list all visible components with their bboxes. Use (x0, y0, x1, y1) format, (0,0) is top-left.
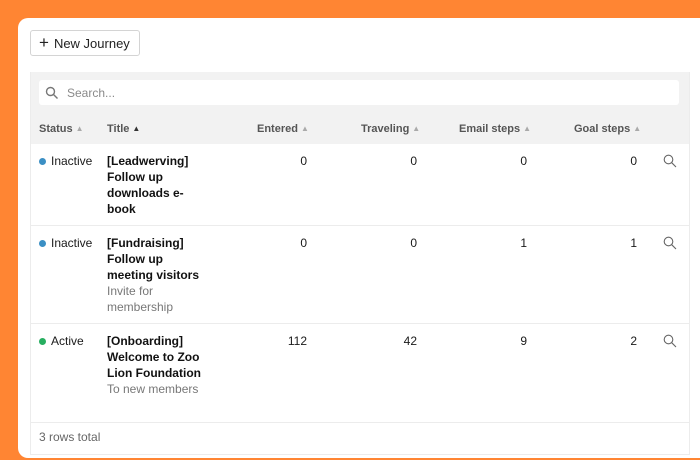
table-row[interactable]: Active [Onboarding] Welcome to Zoo Lion … (31, 324, 689, 423)
status-cell: Active (39, 333, 84, 349)
search-icon[interactable] (663, 334, 677, 348)
search-input[interactable] (65, 84, 649, 101)
goal-steps-value: 1 (630, 236, 637, 250)
row-count: 3 rows total (39, 430, 101, 444)
status-dot (39, 157, 46, 165)
new-journey-button[interactable]: + New Journey (30, 30, 140, 56)
goal-steps-value: 0 (630, 154, 637, 168)
goal-steps-value: 2 (630, 334, 637, 348)
column-header-goal-steps[interactable]: Goal steps ▲ (574, 123, 641, 135)
search-icon[interactable] (663, 236, 677, 250)
journey-title: [Fundraising] Follow up meeting visitors (107, 236, 200, 282)
search-icon (45, 86, 58, 99)
traveling-value: 0 (410, 236, 417, 250)
journey-title: [Onboarding] Welcome to Zoo Lion Foundat… (107, 334, 201, 380)
sort-icon: ▲ (523, 124, 532, 133)
email-steps-value: 0 (520, 154, 527, 168)
title-cell: [Fundraising] Follow up meeting visitors… (107, 235, 207, 315)
entered-value: 0 (300, 154, 307, 168)
status-cell: Inactive (39, 235, 92, 251)
sort-icon: ▲ (412, 124, 421, 133)
traveling-value: 0 (410, 154, 417, 168)
new-journey-label: New Journey (53, 35, 130, 51)
journeys-card: + New Journey Status ▲︎ Title ▲ Entered (18, 18, 700, 458)
email-steps-value: 1 (520, 236, 527, 250)
traveling-value: 42 (403, 334, 417, 348)
column-header-title[interactable]: Title ▲ (107, 123, 140, 135)
sort-icon: ▲︎ (75, 124, 84, 133)
title-cell: [Leadwerving] Follow up downloads e-book (107, 153, 207, 217)
status-cell: Inactive (39, 153, 92, 169)
table-toolbar: Status ▲︎ Title ▲ Entered ▲ Traveling ▲ … (31, 72, 689, 144)
sort-icon: ▲ (633, 124, 642, 133)
email-steps-value: 9 (520, 334, 527, 348)
table-row[interactable]: Inactive [Leadwerving] Follow up downloa… (31, 144, 689, 226)
journey-title: [Leadwerving] Follow up downloads e-book (107, 154, 189, 216)
journey-description: Invite for membership (107, 284, 174, 314)
column-header-traveling[interactable]: Traveling ▲ (361, 123, 420, 135)
column-header-entered[interactable]: Entered ▲ (257, 123, 309, 135)
column-header-email-steps[interactable]: Email steps ▲ (459, 123, 531, 135)
sort-icon: ▲ (300, 124, 309, 133)
journeys-table: Status ▲︎ Title ▲ Entered ▲ Traveling ▲ … (30, 72, 690, 455)
column-header-status[interactable]: Status ▲︎ (39, 123, 84, 135)
search-box[interactable] (39, 80, 679, 105)
title-cell: [Onboarding] Welcome to Zoo Lion Foundat… (107, 333, 207, 397)
plus-icon: + (39, 33, 49, 52)
status-dot (39, 239, 46, 247)
table-row[interactable]: Inactive [Fundraising] Follow up meeting… (31, 226, 689, 324)
journey-description: To new members (107, 382, 199, 396)
entered-value: 0 (300, 236, 307, 250)
entered-value: 112 (287, 334, 307, 348)
status-dot (39, 337, 46, 345)
sort-ascending-icon: ▲ (132, 124, 141, 133)
search-icon[interactable] (663, 154, 677, 168)
